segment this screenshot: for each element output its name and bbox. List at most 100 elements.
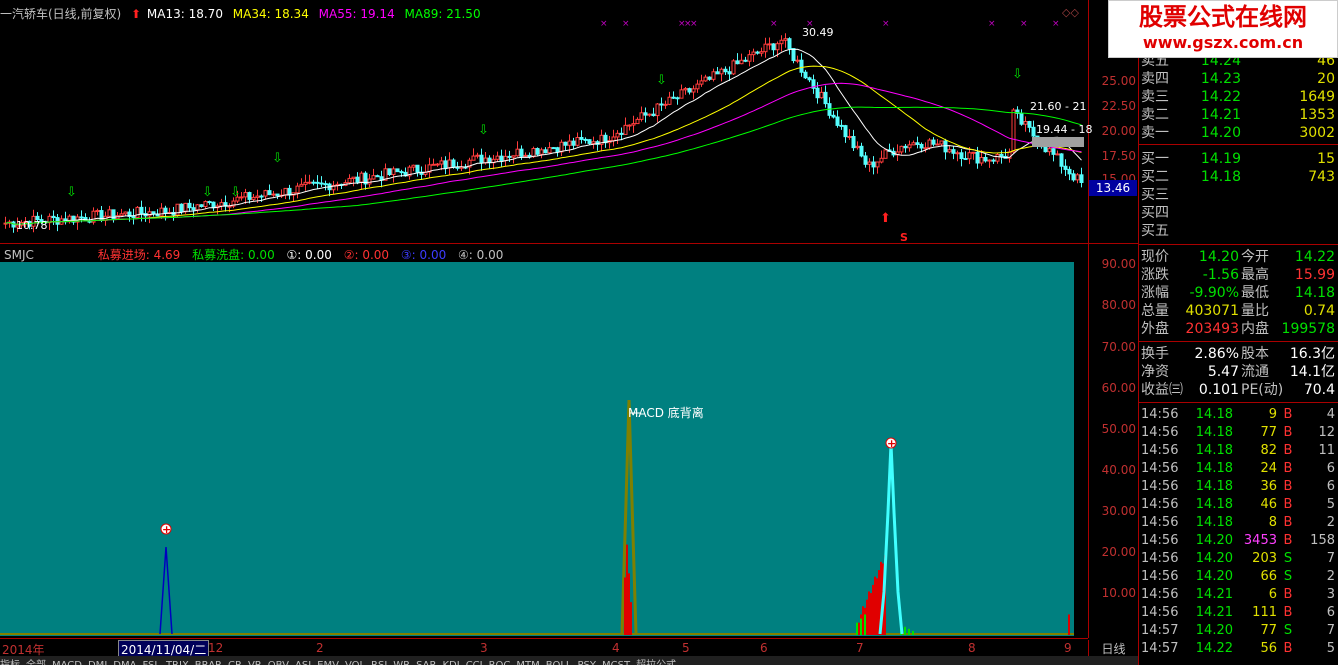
buy-sell-flag: B [1283, 605, 1293, 620]
candle-body [323, 183, 328, 186]
stat-value: 70.4 [1303, 382, 1335, 398]
indicator-tab[interactable]: WR [393, 660, 410, 665]
candle-body [399, 171, 404, 174]
ma13-label: MA13: 18.70 [146, 7, 223, 21]
indicator-tab[interactable]: KDJ [442, 660, 459, 665]
stat-value: -9.90% [1189, 285, 1239, 301]
stat-row: 现价 14.20 今开 14.22 [1141, 248, 1337, 266]
tick-row[interactable]: 14:56 14.18 36 B 6 [1141, 478, 1337, 496]
tick-row[interactable]: 14:56 14.20 66 S 2 [1141, 568, 1337, 586]
buy-sell-flag: B [1283, 443, 1293, 458]
order-book-sell-row[interactable]: 卖一 14.20 3002 [1141, 124, 1337, 142]
indicator-param: 私募洗盘: 0.00 [192, 248, 275, 262]
candle-body [947, 149, 952, 153]
order-book-sell-row[interactable]: 卖四 14.23 20 [1141, 70, 1337, 88]
red-bar [628, 573, 630, 635]
indicator-tab[interactable]: 超拉公式 [636, 660, 676, 665]
buy-arrow-icon: ⇩ [202, 185, 213, 200]
tick-row[interactable]: 14:56 14.18 46 B 5 [1141, 496, 1337, 514]
candle-body [779, 39, 784, 45]
price-axis-label: 17.50 [1101, 149, 1136, 163]
indicator-tab[interactable]: MTM [516, 660, 539, 665]
indicator-tab[interactable]: 指标 [0, 660, 20, 665]
indicator-tab[interactable]: OBV [268, 660, 289, 665]
tick-row[interactable]: 14:56 14.18 24 B 6 [1141, 460, 1337, 478]
candle-body [471, 155, 476, 161]
indicator-axis-label: 50.00 [1101, 422, 1136, 436]
candle-body [631, 123, 636, 126]
tick-row[interactable]: 14:56 14.18 9 B 4 [1141, 406, 1337, 424]
buy-sell-flag: B [1283, 587, 1293, 602]
buy-arrow-icon: ⇩ [66, 185, 77, 200]
tick-row[interactable]: 14:56 14.21 6 B 3 [1141, 586, 1337, 604]
order-book-sell-row[interactable]: 卖二 14.21 1353 [1141, 106, 1337, 124]
tick-row[interactable]: 14:56 14.20 3453 B 158 [1141, 532, 1337, 550]
tick-row[interactable]: 14:57 14.22 56 B 5 [1141, 640, 1337, 658]
tick-row[interactable]: 14:56 14.18 82 B 11 [1141, 442, 1337, 460]
indicator-name[interactable]: SMJC [4, 248, 34, 262]
tick-price: 14.18 [1195, 479, 1233, 494]
tick-price: 14.18 [1195, 515, 1233, 530]
candle-body [683, 88, 688, 91]
order-book-buy-row[interactable]: 买三 [1141, 186, 1337, 204]
red-bar [1068, 614, 1070, 635]
indicator-tab[interactable]: 全部 [26, 660, 46, 665]
macd-divergence-label: MACD 底背离 [628, 406, 704, 420]
indicator-axis-label: 10.00 [1101, 586, 1136, 600]
indicator-tab[interactable]: VOL [345, 660, 365, 665]
indicator-tab[interactable]: RSI [371, 660, 387, 665]
candle-body [447, 159, 452, 169]
candle-body [679, 89, 684, 99]
ma55-label: MA55: 19.14 [318, 7, 395, 21]
candle-body [479, 154, 484, 164]
tick-row[interactable]: 14:56 14.20 203 S 7 [1141, 550, 1337, 568]
indicator-tab[interactable]: TRIX [166, 660, 189, 665]
order-book-buy-row[interactable]: 买四 [1141, 204, 1337, 222]
indicator-tab[interactable]: CR [228, 660, 242, 665]
indicator-tab[interactable]: BRAR [195, 660, 222, 665]
indicator-tab[interactable]: PSY [578, 660, 597, 665]
order-book-buy-row[interactable]: 买五 [1141, 222, 1337, 240]
price-axis-label: 20.00 [1101, 124, 1136, 138]
indicator-tab[interactable]: ASI [295, 660, 311, 665]
candle-body [587, 139, 592, 144]
period-label[interactable]: 日线 [1088, 640, 1138, 656]
candle-body [451, 159, 456, 168]
stat-label: 涨跌 [1141, 267, 1169, 283]
candle-body [815, 87, 820, 99]
tick-row[interactable]: 14:56 14.18 77 B 12 [1141, 424, 1337, 442]
settings-icon[interactable]: ◇◇ [1062, 6, 1079, 19]
signal-marker: × [622, 19, 630, 29]
indicator-tab[interactable]: BOLL [546, 660, 572, 665]
candle-body [807, 77, 812, 81]
indicator-tab[interactable]: VR [248, 660, 262, 665]
tick-row[interactable]: 14:56 14.21 111 B 6 [1141, 604, 1337, 622]
indicator-tab[interactable]: FSL [142, 660, 160, 665]
indicator-tab[interactable]: DMA [113, 660, 136, 665]
candle-body [691, 88, 696, 93]
tick-count: 6 [1326, 479, 1335, 494]
indicator-tab[interactable]: EMV [317, 660, 339, 665]
tick-row[interactable]: 14:56 14.18 8 B 2 [1141, 514, 1337, 532]
up-arrow-icon: ⬆ [131, 7, 142, 21]
tick-time: 14:56 [1141, 443, 1179, 458]
candle-body [1075, 174, 1080, 181]
order-book-buy-row[interactable]: 买一 14.19 15 [1141, 150, 1337, 168]
indicator-tab[interactable]: SAR [416, 660, 436, 665]
tick-time: 14:56 [1141, 461, 1179, 476]
indicator-tab[interactable]: CCI [466, 660, 483, 665]
candle-body [763, 43, 768, 53]
indicator-tab[interactable]: MCST [602, 660, 630, 665]
red-bar [630, 602, 632, 635]
tick-row[interactable]: 14:57 14.20 77 S 7 [1141, 622, 1337, 640]
tick-count: 11 [1318, 443, 1335, 458]
price-axis-label: 22.50 [1101, 99, 1136, 113]
order-book-sell-row[interactable]: 卖三 14.22 1649 [1141, 88, 1337, 106]
indicator-tab[interactable]: MACD [52, 660, 82, 665]
indicator-tab[interactable]: DMI [88, 660, 107, 665]
indicator-panel[interactable]: + + [0, 262, 1074, 636]
candle-body [243, 192, 248, 198]
price-chart[interactable]: ⇩ ⇩ ⇩ ⇩ ⇩ ⇩ ⇩ ⬆ × × × × × × × × × × × [0, 0, 1088, 243]
order-book-buy-row[interactable]: 买二 14.18 743 [1141, 168, 1337, 186]
indicator-tab[interactable]: ROC [489, 660, 511, 665]
